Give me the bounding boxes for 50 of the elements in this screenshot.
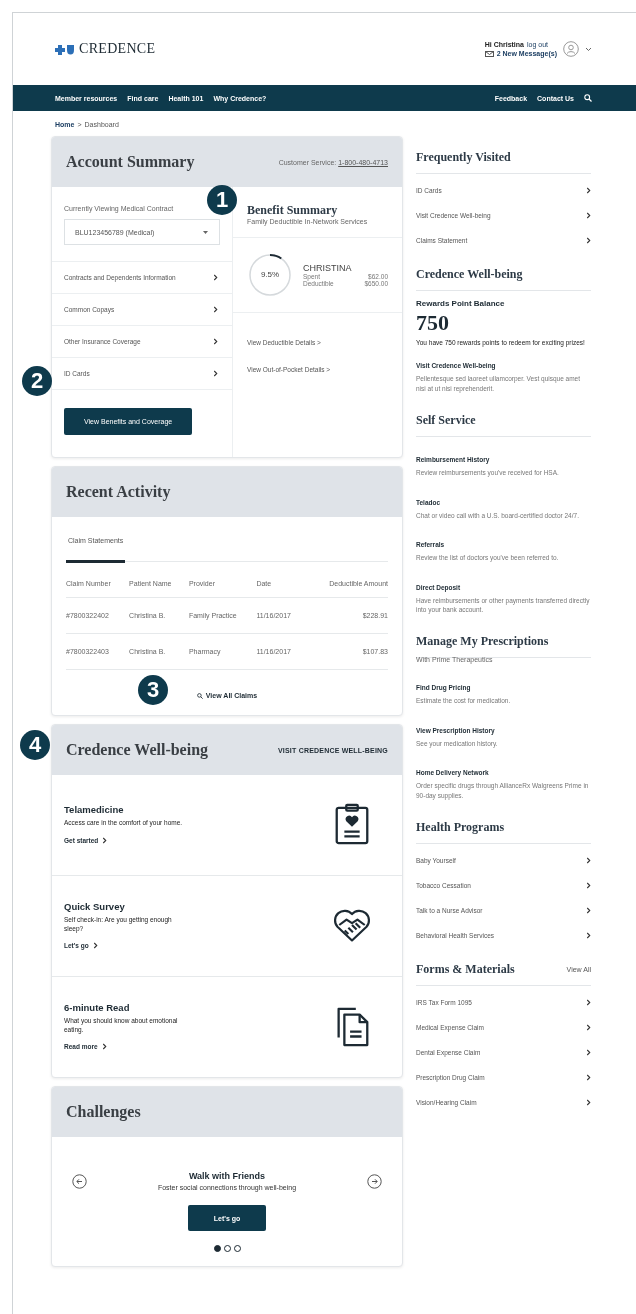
chevron-icon [102, 836, 108, 844]
card-title: Account Summary [66, 153, 195, 171]
card-title: Recent Activity [66, 483, 171, 501]
benefit-summary-title: Benefit Summary [247, 203, 339, 218]
chevron-icon [586, 857, 591, 865]
search-icon[interactable] [584, 94, 592, 102]
logo-text: CREDENCE [79, 41, 156, 57]
card-title: Challenges [66, 1103, 141, 1121]
card-title: Credence Well-being [66, 741, 209, 759]
section-title: Credence Well-being [416, 267, 523, 282]
chevron-icon [586, 1099, 591, 1107]
envelope-icon [484, 50, 494, 57]
chevron-icon [586, 882, 591, 890]
challenge-title: Walk with Friends [188, 1171, 266, 1181]
section-title: Manage My Prescriptions [416, 634, 549, 650]
chevron-icon [586, 212, 591, 219]
deductible-percent: 9.5% [260, 271, 280, 279]
item-title: Telamedicine [64, 804, 125, 816]
caret-icon[interactable] [585, 46, 592, 52]
rewards-label: Rewards Point Balance [416, 299, 506, 308]
chevron-icon [586, 187, 591, 194]
section-title: Health Programs [416, 820, 505, 836]
callout-number: 4 [20, 730, 50, 760]
rewards-points: 750 [416, 310, 450, 336]
chevron-icon [213, 338, 218, 345]
chevron-icon [92, 942, 98, 950]
chevron-icon [586, 907, 591, 915]
chevron-icon [586, 932, 591, 940]
chevron-icon [586, 1049, 591, 1057]
search-icon [196, 692, 203, 699]
section-title: Forms & Materials [416, 962, 515, 978]
chevron-icon [213, 274, 218, 281]
chevron-icon [213, 370, 218, 377]
member-name: CHRISTINA [303, 263, 353, 273]
chevron-icon [213, 306, 218, 313]
section-title: Self Service [416, 413, 476, 429]
carousel-dot[interactable] [213, 1245, 221, 1252]
chevron-icon [101, 1043, 107, 1051]
cross-shield-logo-icon [55, 43, 75, 55]
chevron-icon [586, 999, 591, 1007]
section-title: Frequently Visited [416, 150, 511, 165]
chevron-icon [586, 237, 591, 244]
item-title: Quick Survey [64, 900, 126, 912]
carousel-dot[interactable] [233, 1245, 241, 1252]
chevron-icon [586, 1074, 591, 1082]
caret-icon [202, 229, 209, 235]
item-title: 6-minute Read [64, 1001, 131, 1013]
carousel-dot[interactable] [223, 1245, 231, 1252]
callout-number: 2 [22, 366, 52, 396]
chevron-icon [586, 1024, 591, 1032]
